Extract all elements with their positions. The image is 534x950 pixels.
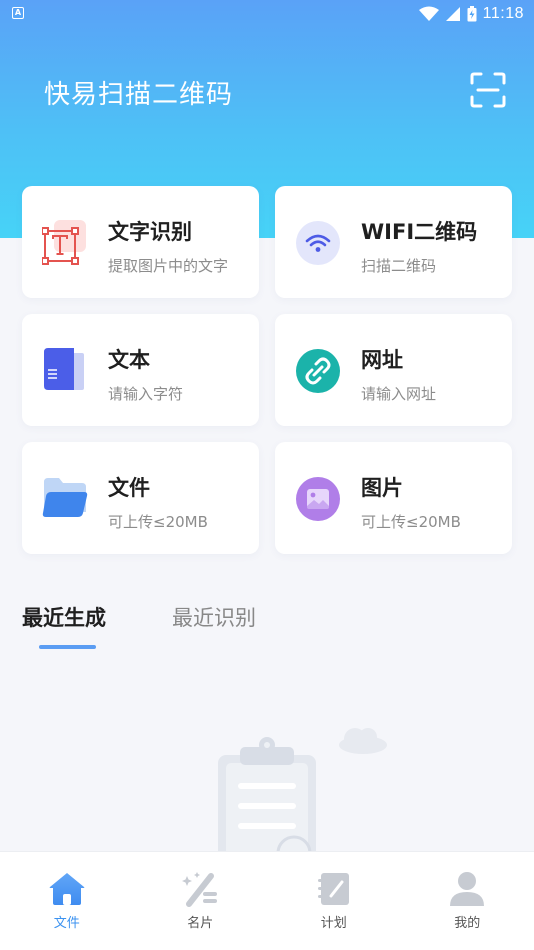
card-subtitle: 可上传≤20MB: [108, 513, 208, 531]
link-icon: [296, 349, 340, 393]
home-icon: [49, 873, 85, 905]
scan-icon[interactable]: [470, 72, 506, 108]
card-title: 文字识别: [108, 220, 192, 244]
user-icon: [450, 872, 485, 906]
nav-item-card[interactable]: 名片: [134, 852, 268, 950]
card-title: 图片: [361, 476, 403, 500]
nav-item-plan[interactable]: 计划: [267, 852, 401, 950]
battery-icon: [467, 6, 477, 22]
card-url[interactable]: 网址 请输入网址: [275, 314, 512, 426]
nav-item-files[interactable]: 文件: [0, 852, 134, 950]
book-icon: [44, 348, 84, 390]
card-title: 文件: [108, 476, 150, 500]
wifi-signal-icon: [418, 6, 439, 21]
nav-label: 我的: [454, 916, 481, 931]
card-title: 网址: [361, 348, 403, 372]
empty-state-clipboard-icon: [218, 728, 387, 851]
status-time: 11:18: [482, 5, 524, 22]
card-title: WIFI二维码: [361, 220, 478, 244]
card-subtitle: 可上传≤20MB: [361, 513, 461, 531]
card-text-recognition[interactable]: 文字识别 提取图片中的文字: [22, 186, 259, 298]
card-subtitle: 请输入网址: [361, 385, 437, 403]
card-subtitle: 扫描二维码: [361, 257, 437, 275]
recent-tabs: 最近生成 最近识别: [22, 602, 322, 658]
card-wifi-qrcode[interactable]: WIFI二维码 扫描二维码: [275, 186, 512, 298]
feature-grid: 文字识别 提取图片中的文字 WIFI二维码 扫描二维码 文本 请输入字符 网址 …: [22, 186, 512, 554]
status-bar: A 11:18: [0, 0, 534, 28]
magic-wand-icon: [182, 872, 218, 907]
image-icon: [296, 477, 340, 521]
card-text[interactable]: 文本 请输入字符: [22, 314, 259, 426]
nav-item-profile[interactable]: 我的: [401, 852, 534, 950]
folder-icon: [42, 478, 88, 517]
card-file[interactable]: 文件 可上传≤20MB: [22, 442, 259, 554]
page-title: 快易扫描二维码: [44, 80, 234, 110]
tab-recent-generated[interactable]: 最近生成: [22, 602, 106, 632]
nav-label: 计划: [320, 916, 347, 931]
tab-recent-recognized[interactable]: 最近识别: [172, 602, 256, 632]
card-title: 文本: [108, 348, 150, 372]
card-image[interactable]: 图片 可上传≤20MB: [275, 442, 512, 554]
notebook-icon: [317, 873, 349, 905]
card-subtitle: 提取图片中的文字: [108, 257, 229, 275]
nav-label: 名片: [187, 916, 214, 931]
wifi-icon: [296, 221, 340, 265]
bottom-navigation: 文件 名片 计划 我的: [0, 851, 534, 950]
notification-badge: A: [12, 7, 24, 19]
active-tab-indicator: [39, 645, 96, 649]
nav-label: 文件: [53, 916, 80, 931]
card-subtitle: 请输入字符: [108, 385, 184, 403]
text-recognition-icon: [42, 220, 86, 265]
cell-signal-icon: [445, 7, 460, 21]
